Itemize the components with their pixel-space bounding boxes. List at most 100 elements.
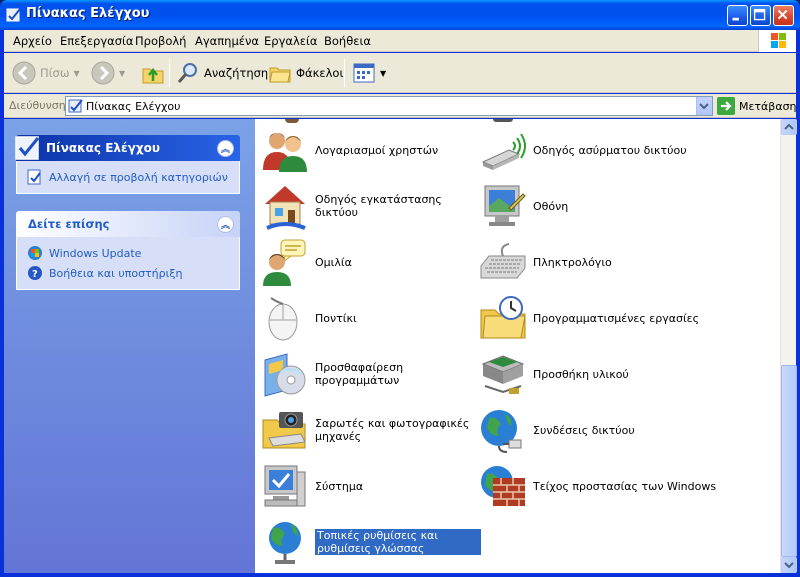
item-label: Ποντίκι	[315, 311, 357, 325]
see-also-box: Δείτε επίσης ︽ Windows Update ? Βοήθεια …	[16, 211, 240, 290]
item-label: Τείχος προστασίας των Windows	[533, 479, 717, 493]
partial-item-icon	[285, 119, 299, 123]
collapse-icon[interactable]: ︽	[217, 140, 234, 157]
menu-favorites[interactable]: Αγαπημένα	[195, 34, 259, 48]
back-button[interactable]: Πίσω ▼	[12, 59, 80, 87]
title-bar[interactable]: Πίνακας Ελέγχου	[0, 0, 800, 30]
item-user-accounts[interactable]: Λογαριασμοί χρηστών	[261, 125, 481, 175]
item-label: Πληκτρολόγιο	[533, 255, 612, 269]
item-network-connections[interactable]: Συνδέσεις δικτύου	[479, 405, 699, 455]
item-label: Προσθήκη υλικού	[533, 367, 629, 381]
firewall-icon	[481, 466, 525, 506]
views-icon	[353, 63, 375, 83]
item-network-setup-wizard[interactable]: Οδηγός εγκατάστασης δικτύου	[261, 181, 481, 231]
address-input[interactable]: Πίνακας Ελέγχου	[65, 96, 713, 116]
windows-update-link[interactable]: Windows Update	[27, 243, 229, 263]
user-accounts-icon	[263, 133, 307, 172]
folders-label: Φάκελοι	[296, 66, 344, 80]
vertical-scrollbar[interactable]	[780, 119, 797, 573]
menu-file[interactable]: Αρχείο	[13, 34, 52, 48]
back-arrow-icon	[12, 61, 36, 85]
item-label: Οθόνη	[533, 199, 569, 213]
menu-view[interactable]: Προβολή	[135, 34, 186, 48]
item-label: Τοπικές ρυθμίσεις και ρυθμίσεις γλώσσας	[315, 529, 481, 555]
item-label: Σύστημα	[315, 479, 364, 493]
item-windows-firewall[interactable]: Τείχος προστασίας των Windows	[479, 461, 769, 511]
network-setup-icon	[265, 186, 306, 230]
item-add-remove-programs[interactable]: Προσθαφαίρεση προγραμμάτων	[261, 349, 476, 399]
scroll-down-button[interactable]	[781, 557, 797, 573]
chevron-down-icon	[784, 562, 794, 569]
go-button[interactable]: Μετάβαση	[717, 97, 797, 115]
item-wireless-network-wizard[interactable]: Οδηγός ασύρματου δικτύου	[479, 125, 769, 175]
partial-item-icon	[493, 119, 513, 122]
go-label: Μετάβαση	[739, 99, 797, 113]
forward-button[interactable]: ▼	[91, 59, 125, 87]
address-label: Διεύθυνση	[9, 99, 66, 112]
help-support-link[interactable]: ? Βοήθεια και υποστήριξη	[27, 263, 229, 283]
item-scanners-cameras[interactable]: Σαρωτές και φωτογραφικές μηχανές	[261, 405, 481, 455]
collapse-icon[interactable]: ︽	[217, 216, 234, 233]
up-button[interactable]	[141, 59, 165, 87]
control-panel-tasks: Αλλαγή σε προβολή κατηγοριών	[16, 161, 240, 194]
address-dropdown-button[interactable]	[696, 97, 712, 115]
address-value: Πίνακας Ελέγχου	[86, 100, 181, 113]
switch-to-category-view-link[interactable]: Αλλαγή σε προβολή κατηγοριών	[27, 167, 229, 187]
item-label: Προσθαφαίρεση προγραμμάτων	[315, 361, 404, 387]
close-icon	[777, 9, 788, 20]
item-add-hardware[interactable]: Προσθήκη υλικού	[479, 349, 699, 399]
item-regional-language-options[interactable]: Τοπικές ρυθμίσεις και ρυθμίσεις γλώσσας	[261, 517, 481, 567]
views-button[interactable]: ▼	[352, 59, 386, 87]
forward-arrow-icon	[91, 61, 115, 85]
minimize-icon	[732, 17, 739, 21]
explorer-window: Πίνακας Ελέγχου Αρχείο Επεξεργασία Προβο…	[0, 0, 800, 577]
item-speech[interactable]: Ομιλία	[261, 237, 481, 287]
windows-flag-icon	[771, 33, 786, 48]
item-scheduled-tasks[interactable]: Προγραμματισμένες εργασίες	[479, 293, 769, 343]
windows-update-icon	[28, 246, 42, 260]
control-panel-items: Λογαριασμοί χρηστών Οδηγός ασύρματου δικ…	[255, 119, 780, 573]
scroll-thumb[interactable]	[781, 365, 797, 557]
control-panel-icon	[15, 136, 40, 160]
item-mouse[interactable]: Ποντίκι	[261, 293, 481, 343]
scheduled-tasks-icon	[480, 296, 526, 339]
switch-view-label: Αλλαγή σε προβολή κατηγοριών	[49, 170, 228, 184]
svg-text:?: ?	[32, 269, 38, 280]
wireless-network-icon	[481, 133, 526, 170]
see-also-header[interactable]: Δείτε επίσης ︽	[16, 211, 240, 237]
folders-button[interactable]: Φάκελοι	[268, 59, 343, 87]
control-panel-title: Πίνακας Ελέγχου	[46, 141, 160, 155]
forward-dropdown-icon[interactable]: ▼	[119, 69, 125, 78]
item-keyboard[interactable]: Πληκτρολόγιο	[479, 237, 699, 287]
system-icon	[264, 465, 306, 507]
close-button[interactable]	[773, 5, 794, 26]
search-icon	[177, 63, 197, 83]
folders-icon	[269, 67, 291, 83]
see-also-links: Windows Update ? Βοήθεια και υποστήριξη	[16, 237, 240, 290]
see-also-title: Δείτε επίσης	[28, 217, 110, 231]
go-arrow-icon	[717, 97, 735, 115]
toolbar-separator	[169, 59, 170, 87]
minimize-button[interactable]	[727, 5, 748, 26]
item-system[interactable]: Σύστημα	[261, 461, 481, 511]
item-label: Οδηγός ασύρματου δικτύου	[533, 143, 687, 157]
menu-tools[interactable]: Εργαλεία	[264, 34, 317, 48]
menu-help[interactable]: Βοήθεια	[324, 34, 371, 48]
toolbar: Πίσω ▼ ▼ Αναζήτηση Φάκελοι ▼	[4, 53, 796, 93]
item-display[interactable]: Οθόνη	[479, 181, 699, 231]
control-panel-icon	[68, 99, 83, 113]
back-dropdown-icon[interactable]: ▼	[73, 69, 79, 78]
control-panel-header[interactable]: Πίνακας Ελέγχου ︽	[15, 135, 240, 161]
category-view-icon	[27, 169, 41, 185]
maximize-icon	[753, 8, 766, 21]
menu-edit[interactable]: Επεξεργασία	[60, 34, 133, 48]
address-bar: Διεύθυνση Πίνακας Ελέγχου Μετάβαση	[4, 94, 797, 118]
maximize-button[interactable]	[750, 5, 771, 26]
scroll-up-button[interactable]	[781, 119, 797, 135]
windows-update-label: Windows Update	[49, 246, 142, 260]
regional-language-icon	[269, 522, 301, 564]
search-button[interactable]: Αναζήτηση	[176, 59, 268, 87]
chevron-up-icon	[784, 123, 794, 130]
help-support-label: Βοήθεια και υποστήριξη	[49, 266, 183, 280]
back-label: Πίσω	[40, 66, 70, 80]
